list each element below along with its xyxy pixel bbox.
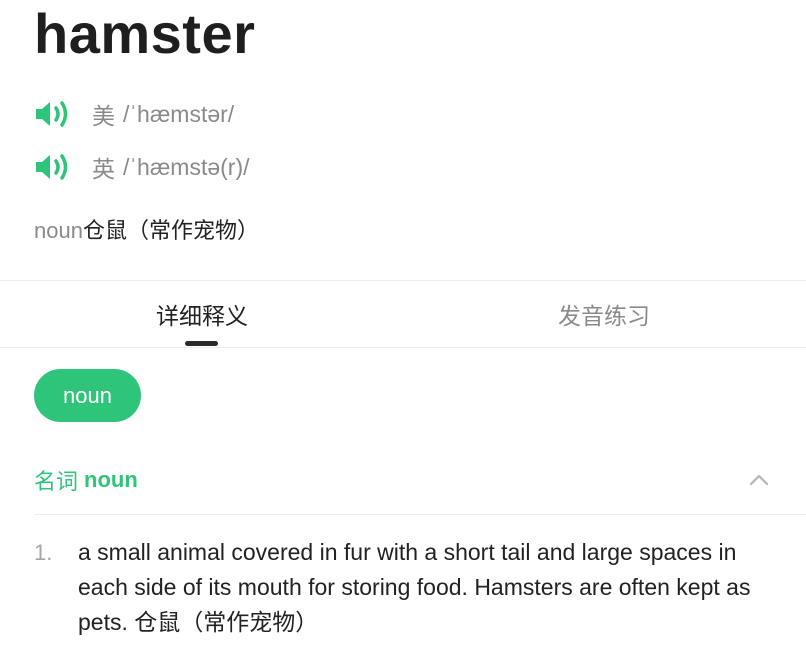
- chevron-up-icon[interactable]: [748, 470, 770, 490]
- section-header-noun[interactable]: 名词 noun: [34, 458, 774, 502]
- summary-meaning: 仓鼠（常作宠物）: [82, 218, 259, 243]
- definition-item: 1. a small animal covered in fur with a …: [34, 535, 774, 640]
- section-label-en: noun: [84, 467, 138, 492]
- definition-text: a small animal covered in fur with a sho…: [78, 539, 751, 635]
- section-label-cn: 名词: [34, 469, 79, 494]
- tab-pronunciation-practice[interactable]: 发音练习: [504, 281, 704, 347]
- speaker-icon[interactable]: [34, 152, 72, 182]
- tab-bar: 详细释义 发音练习: [0, 281, 806, 347]
- tab-detailed-definition[interactable]: 详细释义: [102, 281, 302, 347]
- pronunciation-us: 美 /ˈhæmstər/: [34, 96, 234, 132]
- pronunciation-uk: 英 /ˈhæmstə(r)/: [34, 149, 250, 185]
- dictionary-page: hamster 美 /ˈhæmstər/ 英 /ˈhæmstə(r)/ noun…: [0, 0, 806, 651]
- pronunciation-ipa-uk: /ˈhæmstə(r)/: [123, 153, 250, 180]
- divider: [0, 347, 806, 348]
- speaker-icon[interactable]: [34, 99, 72, 129]
- pronunciation-label-us: 美: [92, 103, 115, 129]
- pronunciation-label-uk: 英: [92, 156, 115, 182]
- definition-number: 1.: [34, 540, 53, 565]
- active-tab-indicator: [185, 341, 218, 346]
- summary-definition: noun仓鼠（常作宠物）: [34, 214, 259, 248]
- word-title: hamster: [34, 2, 256, 65]
- divider: [34, 514, 806, 515]
- pos-filter-chip[interactable]: noun: [34, 369, 141, 422]
- summary-pos: noun: [34, 218, 83, 243]
- pronunciation-ipa-us: /ˈhæmstər/: [123, 100, 235, 127]
